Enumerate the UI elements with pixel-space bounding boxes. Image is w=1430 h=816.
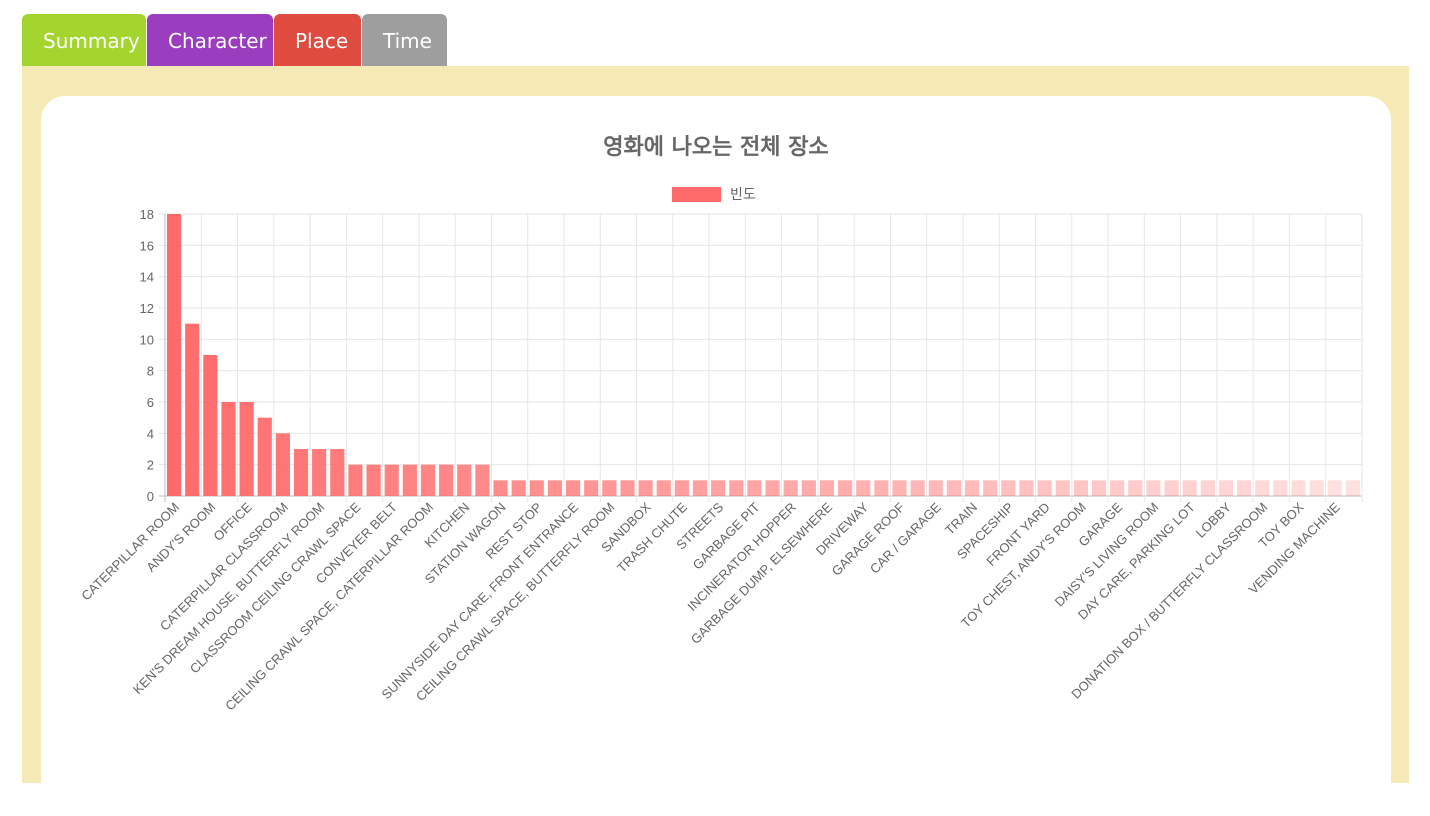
bar — [892, 480, 907, 496]
bar — [1291, 480, 1306, 496]
bar — [457, 464, 472, 496]
bar — [1073, 480, 1088, 496]
bar — [1255, 480, 1270, 496]
bar — [1309, 480, 1324, 496]
bar — [1019, 480, 1034, 496]
bar — [910, 480, 925, 496]
bar-chart: 영화에 나오는 전체 장소빈도024681012141618CATERPILLA… — [78, 135, 1363, 713]
bar — [257, 417, 272, 496]
tab-bar: Summary Character Place Time — [22, 14, 448, 66]
bar — [801, 480, 816, 496]
y-tick-label: 18 — [140, 207, 154, 222]
bar — [511, 480, 526, 496]
bar — [1091, 480, 1107, 496]
bar — [711, 480, 726, 496]
bar — [819, 480, 835, 496]
bar — [1273, 480, 1288, 496]
bar — [348, 464, 363, 496]
bar — [729, 480, 744, 496]
bar — [1055, 480, 1070, 496]
bar — [203, 355, 218, 496]
bar — [838, 480, 853, 496]
bar — [747, 480, 762, 496]
y-tick-label: 8 — [147, 364, 154, 379]
bar — [529, 480, 544, 496]
bar — [330, 449, 345, 496]
bar — [946, 480, 962, 496]
bar — [1182, 480, 1197, 496]
legend-swatch — [672, 187, 721, 202]
bar — [275, 433, 290, 496]
bar — [1001, 480, 1016, 496]
bar — [475, 464, 490, 496]
x-tick-label: FRONT YARD — [983, 500, 1052, 569]
bar — [1128, 480, 1143, 496]
bar — [928, 480, 943, 496]
bar — [783, 480, 798, 496]
y-tick-label: 16 — [140, 238, 154, 253]
tab-time[interactable]: Time — [362, 14, 447, 66]
bar — [1327, 480, 1342, 496]
y-tick-label: 2 — [147, 458, 154, 473]
legend-label: 빈도 — [730, 187, 756, 203]
bar — [384, 464, 399, 496]
bar — [439, 464, 454, 496]
bar — [1237, 480, 1252, 496]
bar — [1110, 480, 1125, 496]
bar — [547, 480, 563, 496]
bar — [856, 480, 871, 496]
y-tick-label: 4 — [147, 426, 154, 441]
bar — [584, 480, 599, 496]
chart-card: 영화에 나오는 전체 장소 빈도 0 2 4 6 8 10 12 14 16 18 CATERPILLA… — [41, 96, 1391, 816]
tab-place[interactable]: Place — [274, 14, 361, 66]
bar — [221, 402, 236, 496]
bar — [765, 480, 780, 496]
tab-panel: 영화에 나오는 전체 장소 빈도 0 2 4 6 8 10 12 14 16 18 CATERPILLA… — [22, 66, 1409, 816]
bar — [239, 402, 254, 496]
bar — [402, 464, 417, 496]
bar — [420, 464, 436, 496]
bar — [964, 480, 980, 496]
bar — [1218, 480, 1234, 496]
bar — [602, 480, 617, 496]
bar — [1200, 480, 1215, 496]
bar — [565, 480, 581, 496]
bar — [1146, 480, 1161, 496]
tab-summary[interactable]: Summary — [22, 14, 146, 66]
bar — [674, 480, 689, 496]
y-tick-label: 12 — [140, 301, 154, 316]
y-tick-label: 14 — [140, 270, 154, 285]
bar — [1345, 480, 1361, 496]
bar — [166, 214, 182, 496]
y-tick-label: 0 — [147, 489, 154, 504]
bar — [620, 480, 635, 496]
chart-title: 영화에 나오는 전체 장소 — [603, 135, 828, 160]
bar — [312, 449, 327, 496]
bar — [638, 480, 653, 496]
bar — [656, 480, 671, 496]
bar — [1037, 480, 1052, 496]
tab-character[interactable]: Character — [147, 14, 273, 66]
bar — [366, 464, 381, 496]
bar — [874, 480, 889, 496]
bar — [1164, 480, 1179, 496]
bar — [185, 323, 200, 496]
bar — [493, 480, 508, 496]
y-tick-label: 10 — [140, 332, 154, 347]
bar — [692, 480, 708, 496]
bar — [983, 480, 998, 496]
bar — [293, 449, 309, 496]
y-tick-label: 6 — [147, 395, 154, 410]
